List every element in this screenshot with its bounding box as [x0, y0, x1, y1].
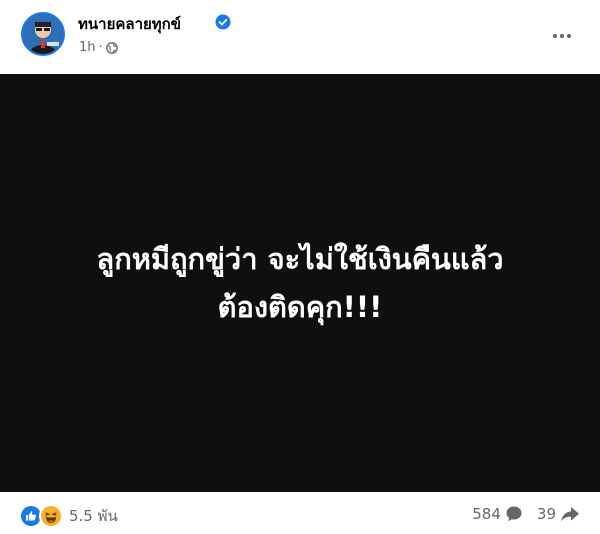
- post-timestamp[interactable]: 1h: [79, 40, 96, 55]
- share-count: 39: [536, 505, 556, 523]
- comment-count: 584: [472, 505, 501, 523]
- image-text-line-1: ลูกหมีถูกขู่ว่า จะไม่ใช้เงินคืนแล้ว: [96, 242, 504, 276]
- facebook-post: ทนายคลายทุกข์ 1h · ลูกหมีถูกขู่ว่า จะไม่…: [0, 0, 600, 534]
- comment-bubble-icon: [506, 506, 522, 522]
- globe-icon[interactable]: [105, 41, 118, 54]
- image-caption-text: ลูกหมีถูกขู่ว่า จะไม่ใช้เงินคืนแล้ว ต้อง…: [20, 235, 580, 331]
- reactions-summary[interactable]: 5.5 พัน: [19, 504, 118, 528]
- post-footer: 5.5 พัน 584 39: [0, 492, 600, 534]
- share-arrow-icon: [561, 507, 579, 522]
- comments-stat[interactable]: 584: [472, 505, 523, 523]
- reaction-count: 5.5 พัน: [69, 507, 118, 525]
- avatar-image: [23, 14, 63, 54]
- image-text-line-2: ต้องติดคุก!!!: [217, 290, 383, 324]
- meta-separator: ·: [98, 40, 103, 55]
- more-horizontal-icon: [553, 34, 571, 38]
- post-meta: 1h ·: [79, 40, 118, 55]
- more-options-button[interactable]: [544, 18, 580, 54]
- shares-stat[interactable]: 39: [537, 505, 580, 523]
- author-name[interactable]: ทนายคลายทุกข์: [78, 12, 181, 36]
- post-image[interactable]: ลูกหมีถูกขู่ว่า จะไม่ใช้เงินคืนแล้ว ต้อง…: [0, 74, 600, 492]
- engagement-stats: 584 39: [472, 505, 580, 523]
- haha-icon: [39, 504, 63, 528]
- post-header: ทนายคลายทุกข์ 1h ·: [0, 0, 600, 74]
- verified-badge-icon: [215, 14, 231, 30]
- author-avatar[interactable]: [21, 12, 65, 56]
